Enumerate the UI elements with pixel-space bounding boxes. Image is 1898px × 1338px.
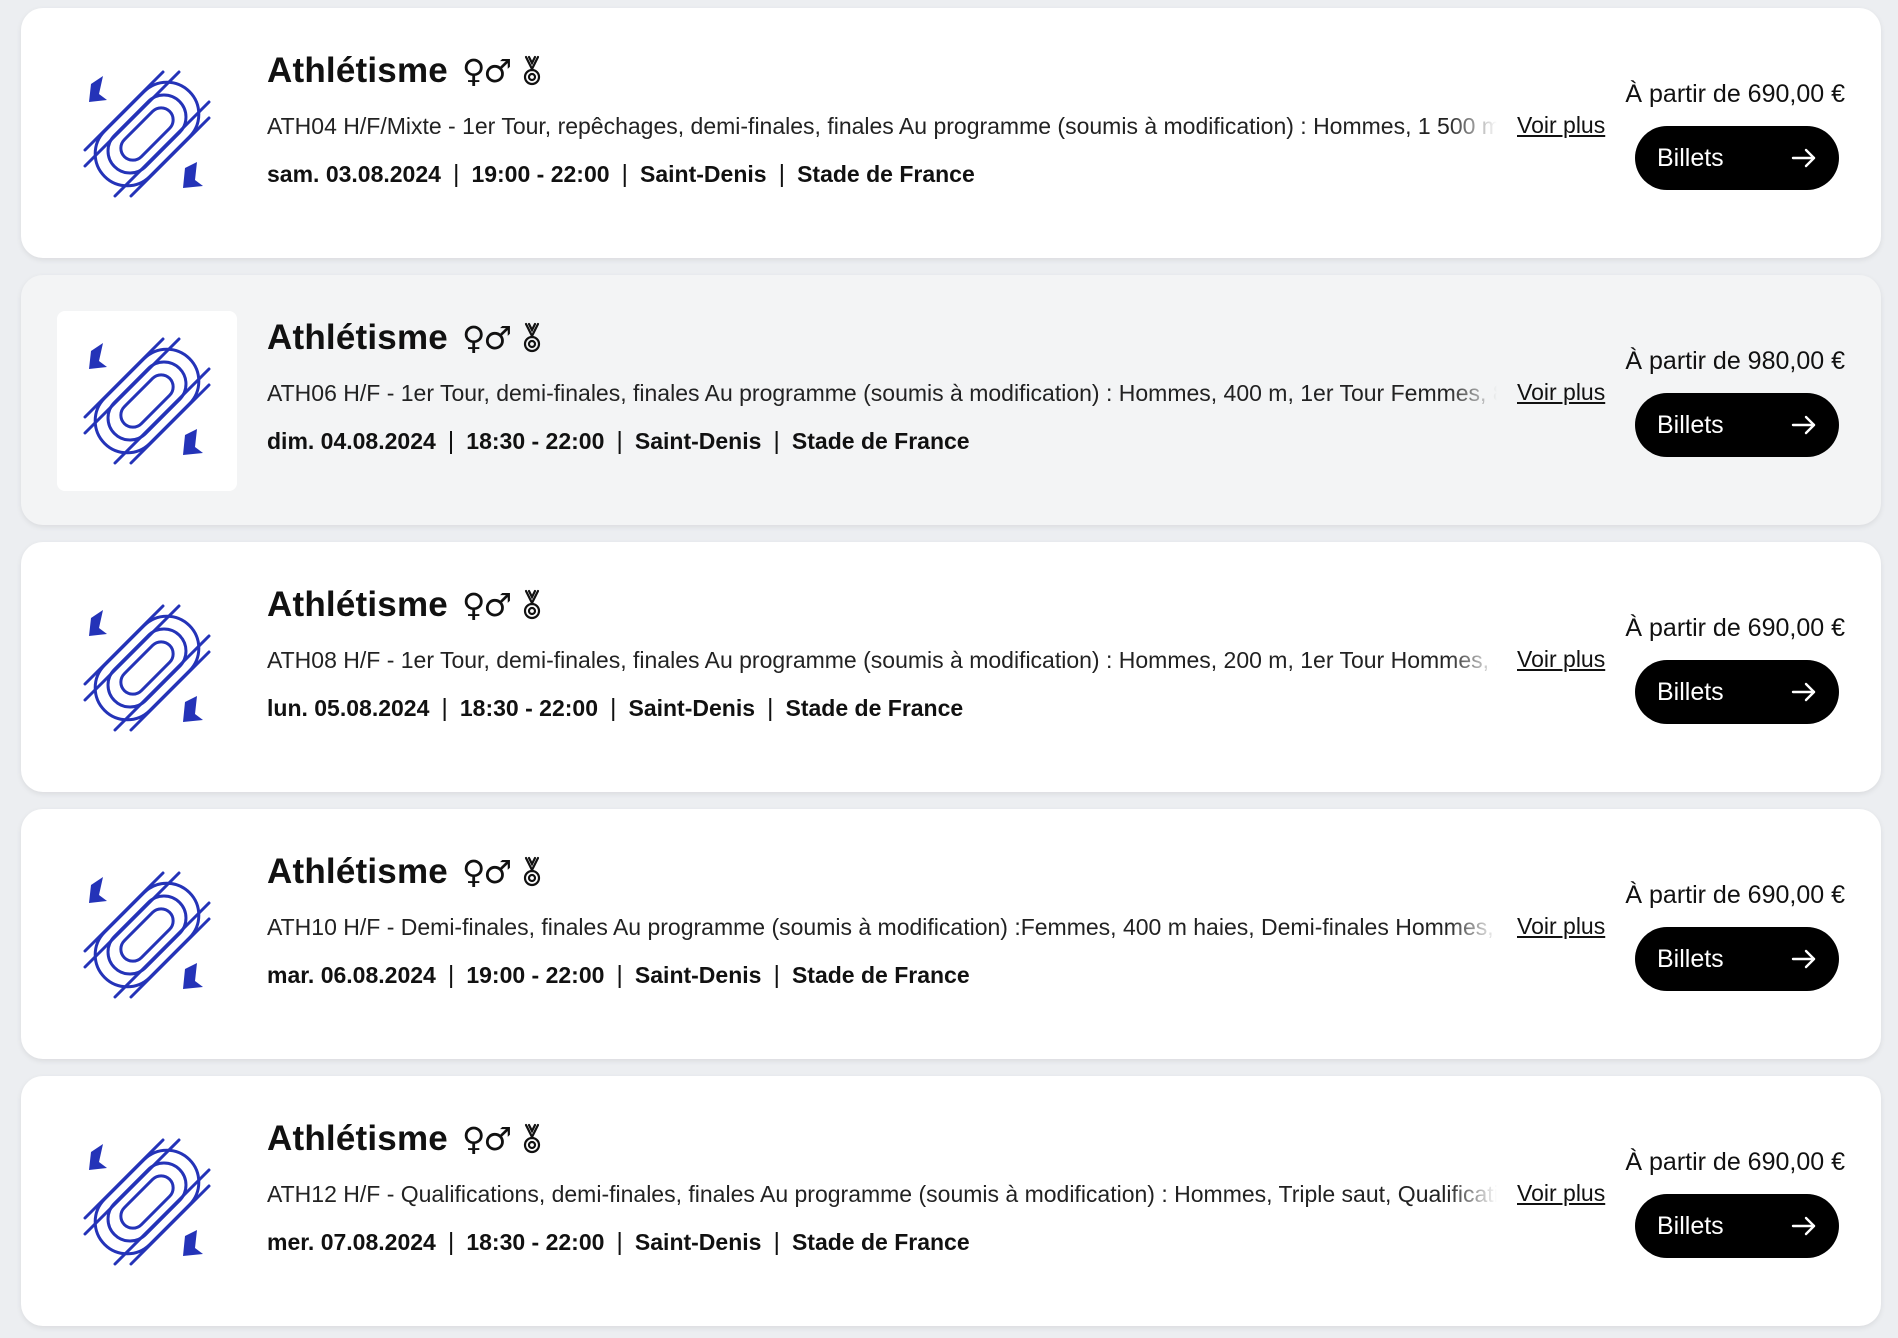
separator: | <box>778 159 786 188</box>
separator: | <box>447 426 455 455</box>
athletics-track-icon <box>83 1138 211 1266</box>
event-description: ATH12 H/F - Qualifications, demi-finales… <box>267 1180 1497 1207</box>
athletics-pictogram <box>57 44 237 224</box>
arrow-right-icon <box>1791 1216 1816 1236</box>
event-card[interactable]: Athlétisme ♀♂ ATH08 H/F - 1er Tour, demi… <box>21 542 1881 792</box>
event-date: mar. 06.08.2024 <box>267 961 436 988</box>
event-description: ATH04 H/F/Mixte - 1er Tour, repêchages, … <box>267 112 1497 139</box>
athletics-track-icon <box>83 70 211 198</box>
event-venue: Stade de France <box>785 694 964 721</box>
event-time: 18:30 - 22:00 <box>459 694 598 721</box>
separator: | <box>609 693 617 722</box>
medal-icon <box>523 1123 541 1154</box>
event-date: mer. 07.08.2024 <box>267 1228 436 1255</box>
gender-icon: ♀♂ <box>461 586 512 624</box>
athletics-pictogram <box>57 845 237 1025</box>
event-price: À partir de 690,00 € <box>1625 881 1845 909</box>
separator: | <box>616 426 623 455</box>
event-card[interactable]: Athlétisme ♀♂ ATH10 H/F - Demi-finales, … <box>21 809 1881 1059</box>
event-venue: Stade de France <box>791 427 970 454</box>
tickets-button[interactable]: Billets <box>1635 660 1839 724</box>
separator: | <box>441 693 448 722</box>
athletics-track-icon <box>83 604 211 732</box>
event-title: Athlétisme <box>267 318 448 357</box>
athletics-track-icon <box>83 871 211 999</box>
tickets-button-label: Billets <box>1657 677 1724 706</box>
gender-icon: ♀♂ <box>461 1120 512 1158</box>
event-card[interactable]: Athlétisme ♀♂ ATH06 H/F - 1er Tour, demi… <box>21 275 1881 525</box>
event-date: dim. 04.08.2024 <box>267 427 436 454</box>
see-more-link[interactable]: Voir plus <box>1517 112 1605 139</box>
tickets-button-label: Billets <box>1657 944 1724 973</box>
event-price: À partir de 690,00 € <box>1625 614 1845 642</box>
event-city: Saint-Denis <box>640 160 767 187</box>
separator: | <box>447 1227 455 1256</box>
gender-icon: ♀♂ <box>461 319 512 357</box>
tickets-button-label: Billets <box>1657 1211 1724 1240</box>
tickets-button-label: Billets <box>1657 143 1724 172</box>
event-description: ATH10 H/F - Demi-finales, finales Au pro… <box>267 913 1497 940</box>
tickets-button[interactable]: Billets <box>1635 1194 1839 1258</box>
gender-icon: ♀♂ <box>461 52 512 90</box>
arrow-right-icon <box>1791 148 1816 168</box>
event-city: Saint-Denis <box>634 1228 762 1255</box>
separator: | <box>447 960 455 989</box>
gender-icon: ♀♂ <box>461 853 512 891</box>
event-title: Athlétisme <box>267 585 448 624</box>
athletics-pictogram <box>57 578 237 758</box>
event-time: 19:00 - 22:00 <box>466 961 605 988</box>
tickets-button-label: Billets <box>1657 410 1724 439</box>
athletics-pictogram <box>57 1112 237 1292</box>
see-more-link[interactable]: Voir plus <box>1517 646 1605 673</box>
separator: | <box>616 1227 623 1256</box>
arrow-right-icon <box>1791 949 1816 969</box>
event-title: Athlétisme <box>267 51 448 90</box>
event-time: 18:30 - 22:00 <box>466 1228 605 1255</box>
medal-icon <box>523 589 541 620</box>
athletics-pictogram <box>57 311 237 491</box>
event-title: Athlétisme <box>267 852 448 891</box>
separator: | <box>767 693 774 722</box>
event-title: Athlétisme <box>267 1119 448 1158</box>
event-list: Athlétisme ♀♂ ATH04 H/F/Mixte - 1er Tour… <box>0 0 1898 1338</box>
event-city: Saint-Denis <box>634 427 762 454</box>
tickets-button[interactable]: Billets <box>1635 126 1839 190</box>
event-venue: Stade de France <box>791 961 970 988</box>
separator: | <box>616 960 623 989</box>
see-more-link[interactable]: Voir plus <box>1517 379 1605 406</box>
event-price: À partir de 980,00 € <box>1625 347 1845 375</box>
athletics-track-icon <box>83 337 211 465</box>
see-more-link[interactable]: Voir plus <box>1517 913 1605 940</box>
event-time: 18:30 - 22:00 <box>466 427 605 454</box>
event-date: sam. 03.08.2024 <box>267 160 441 187</box>
event-venue: Stade de France <box>791 1228 970 1255</box>
arrow-right-icon <box>1791 415 1816 435</box>
separator: | <box>773 1227 780 1256</box>
separator: | <box>452 159 460 188</box>
event-city: Saint-Denis <box>634 961 762 988</box>
tickets-button[interactable]: Billets <box>1635 393 1839 457</box>
arrow-right-icon <box>1791 682 1816 702</box>
medal-icon <box>523 55 541 86</box>
event-description: ATH08 H/F - 1er Tour, demi-finales, fina… <box>267 646 1497 673</box>
event-card[interactable]: Athlétisme ♀♂ ATH12 H/F - Qualifications… <box>21 1076 1881 1326</box>
event-city: Saint-Denis <box>628 694 756 721</box>
medal-icon <box>523 322 541 353</box>
event-date: lun. 05.08.2024 <box>267 694 430 721</box>
tickets-button[interactable]: Billets <box>1635 927 1839 991</box>
separator: | <box>621 159 629 188</box>
medal-icon <box>523 856 541 887</box>
event-price: À partir de 690,00 € <box>1625 1148 1845 1176</box>
event-card[interactable]: Athlétisme ♀♂ ATH04 H/F/Mixte - 1er Tour… <box>21 8 1881 258</box>
separator: | <box>773 960 780 989</box>
separator: | <box>773 426 780 455</box>
see-more-link[interactable]: Voir plus <box>1517 1180 1605 1207</box>
event-venue: Stade de France <box>797 160 975 187</box>
event-time: 19:00 - 22:00 <box>471 160 610 187</box>
event-description: ATH06 H/F - 1er Tour, demi-finales, fina… <box>267 379 1497 406</box>
event-price: À partir de 690,00 € <box>1625 80 1845 108</box>
